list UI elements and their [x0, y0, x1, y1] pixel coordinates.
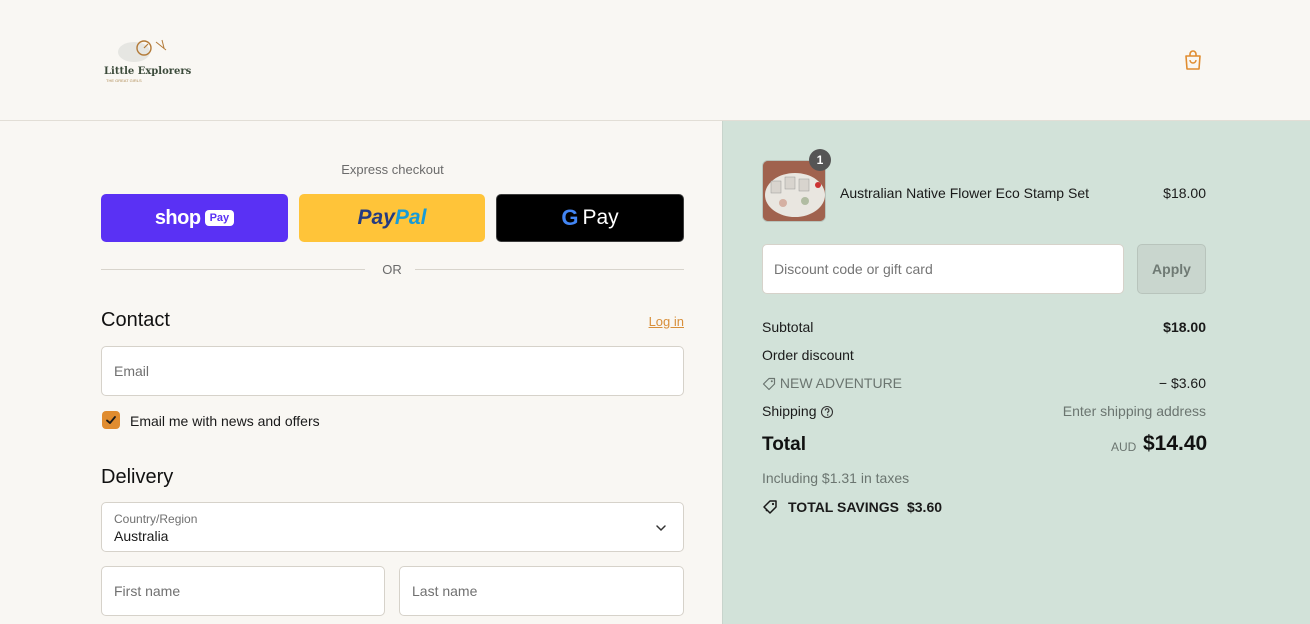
discount-input[interactable] — [763, 245, 1123, 293]
delivery-title: Delivery — [101, 466, 174, 488]
checkout-form: Express checkout shop Pay PayPal G Pay O… — [0, 121, 722, 624]
savings-value: $3.60 — [906, 499, 943, 515]
express-checkout-title: Express checkout — [341, 162, 444, 177]
last-name-input[interactable] — [400, 567, 683, 615]
shopping-bag-icon[interactable] — [1183, 49, 1203, 71]
logo-tagline: THE GREAT GIRLS — [106, 78, 142, 83]
order-discount-label: Order discount — [762, 347, 854, 363]
first-name-input[interactable] — [102, 567, 384, 615]
first-name-field[interactable] — [101, 566, 385, 616]
google-g-icon: G — [561, 205, 579, 230]
tag-icon — [762, 378, 776, 391]
savings-tag-icon — [763, 500, 777, 514]
total-savings-row: TOTAL SAVINGS $3.60 — [762, 499, 942, 515]
shipping-value: Enter shipping address — [1062, 403, 1206, 419]
discount-field[interactable] — [762, 244, 1124, 294]
discount-code-label: NEW ADVENTURE — [779, 375, 903, 391]
product-name: Australian Native Flower Eco Stamp Set — [840, 185, 1089, 201]
total-currency: AUD — [1111, 440, 1137, 454]
last-name-field[interactable] — [399, 566, 684, 616]
order-summary: 1 Australian Native Flower Eco Stamp Set… — [722, 121, 1310, 624]
subtotal-row: Subtotal $18.00 — [762, 319, 1206, 335]
or-divider-left — [101, 269, 365, 270]
subtotal-label: Subtotal — [762, 319, 814, 335]
paypal-button[interactable]: PayPal — [299, 194, 485, 242]
discount-value: − $3.60 — [1158, 375, 1206, 391]
checkmark-icon — [106, 416, 116, 424]
country-label: Country/Region — [114, 512, 198, 526]
shop-pay-word: shop — [154, 206, 201, 229]
apply-button[interactable]: Apply — [1137, 244, 1206, 294]
country-select[interactable]: Country/Region Australia — [101, 502, 684, 552]
newsletter-checkbox[interactable] — [102, 411, 120, 429]
contact-title: Contact — [101, 309, 170, 331]
quantity-badge: 1 — [809, 149, 831, 171]
compass-icon — [118, 39, 167, 62]
taxes-text: Including $1.31 in taxes — [762, 470, 910, 486]
shop-pay-badge: Pay — [204, 210, 235, 226]
shop-pay-button[interactable]: shop Pay — [101, 194, 288, 242]
product-price: $18.00 — [1163, 185, 1206, 201]
or-divider-right — [415, 269, 684, 270]
chevron-down-icon — [656, 525, 666, 532]
subtotal-value: $18.00 — [1163, 319, 1206, 335]
logo-text: Little Explorers — [104, 66, 192, 77]
total-value: $14.40 — [1143, 432, 1208, 455]
header: Little Explorers THE GREAT GIRLS — [0, 0, 1310, 121]
shipping-row: Shipping Enter shipping address — [762, 403, 1206, 419]
email-field[interactable] — [101, 346, 684, 396]
order-discount-row: Order discount — [762, 347, 1206, 363]
total-label: Total — [762, 434, 806, 455]
help-circle-icon[interactable] — [820, 405, 834, 419]
store-logo[interactable]: Little Explorers THE GREAT GIRLS — [104, 36, 191, 84]
google-pay-button[interactable]: G Pay — [496, 194, 684, 242]
newsletter-label: Email me with news and offers — [130, 413, 320, 429]
email-input[interactable] — [102, 347, 683, 395]
savings-label: TOTAL SAVINGS — [788, 499, 899, 515]
discount-code-row: NEW ADVENTURE − $3.60 — [762, 375, 1206, 391]
login-link[interactable]: Log in — [634, 314, 684, 329]
shipping-label: Shipping — [762, 403, 817, 419]
google-pay-word: Pay — [582, 206, 619, 229]
country-value: Australia — [114, 528, 169, 544]
or-text: OR — [382, 262, 402, 277]
paypal-logo: PayPal — [357, 206, 427, 229]
